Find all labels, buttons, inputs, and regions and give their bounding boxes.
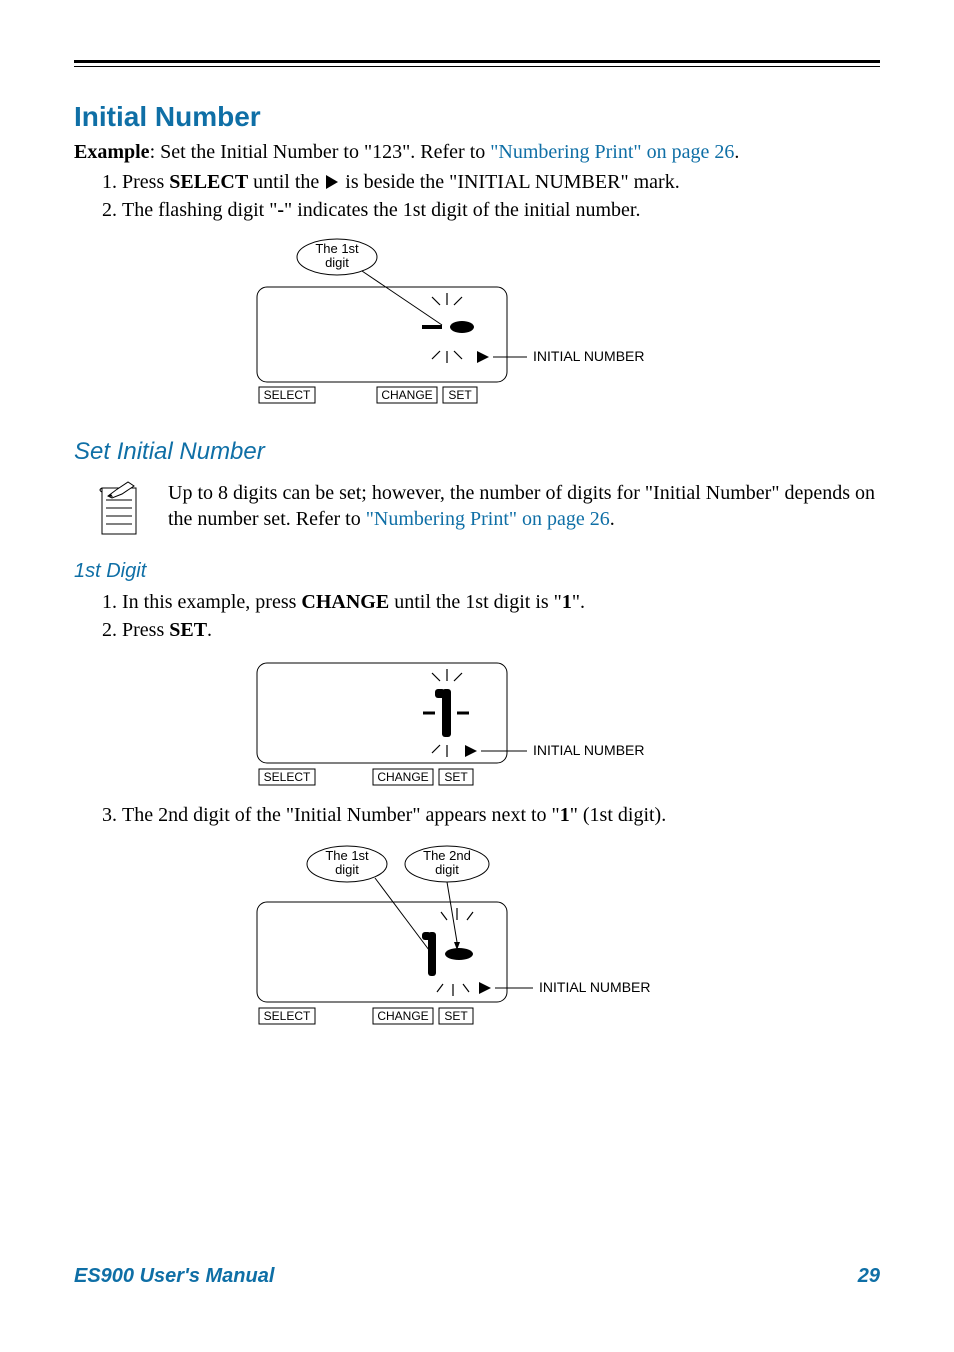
list-item: The flashing digit "-" indicates the 1st… (122, 197, 880, 223)
subsub-title: 1st Digit (74, 560, 880, 583)
diagram-button: SELECT (264, 1009, 311, 1023)
step-text: Press (122, 619, 169, 641)
step-bold: CHANGE (301, 591, 389, 613)
page-footer: ES900 User's Manual 29 (74, 1265, 880, 1288)
list-item: In this example, press CHANGE until the … (122, 589, 880, 615)
step-text: . (207, 619, 212, 641)
diagram-button: CHANGE (377, 1009, 428, 1023)
subsection-title: Set Initial Number (74, 438, 880, 466)
side-label: INITIAL NUMBER (533, 348, 645, 364)
play-triangle-icon (326, 175, 338, 189)
diagram-3: The 1st digit The 2nd digit (74, 842, 880, 1037)
step-bold: 1 (560, 804, 570, 826)
footer-page-number: 29 (858, 1265, 880, 1288)
section-title: Initial Number (74, 101, 880, 133)
top-rule (74, 60, 880, 67)
callout-text: digit (435, 862, 459, 877)
first-digit-steps-b: The 2nd digit of the "Initial Number" ap… (122, 802, 880, 828)
step-bold: SELECT (169, 171, 248, 193)
notepad-icon (98, 480, 144, 538)
step-text: The 2nd digit of the "Initial Number" ap… (122, 804, 560, 826)
example-line: Example: Set the Initial Number to "123"… (74, 139, 880, 165)
step-text: " (1st digit). (570, 804, 667, 826)
step-text: " indicates the 1st digit of the initial… (284, 199, 640, 221)
top-steps: Press SELECT until the is beside the "IN… (122, 169, 880, 223)
example-link[interactable]: "Numbering Print" on page 26 (490, 141, 734, 163)
diagram-button: CHANGE (377, 770, 428, 784)
step-text: In this example, press (122, 591, 301, 613)
diagram-2: INITIAL NUMBER SELECT CHANGE SET (74, 657, 880, 792)
diagram-button: SELECT (264, 388, 311, 402)
callout-text: The 1st (325, 848, 369, 863)
first-digit-steps-a: In this example, press CHANGE until the … (122, 589, 880, 643)
step-text: until the (248, 171, 324, 193)
note-block: Up to 8 digits can be set; however, the … (98, 480, 880, 538)
callout-text: The 2nd (423, 848, 471, 863)
callout-text: digit (325, 255, 349, 270)
step-text: ". (572, 591, 585, 613)
step-bold: 1 (562, 591, 572, 613)
note-end: . (610, 508, 615, 530)
diagram-button: SET (444, 770, 468, 784)
step-text: The flashing digit " (122, 199, 277, 221)
step-text: Press (122, 171, 169, 193)
step-text: is beside the "INITIAL NUMBER" mark. (340, 171, 679, 193)
diagram-button: SELECT (264, 770, 311, 784)
footer-manual: ES900 User's Manual (74, 1265, 274, 1288)
note-text: Up to 8 digits can be set; however, the … (168, 480, 880, 532)
step-bold: SET (169, 619, 207, 641)
diagram-button: SET (448, 388, 472, 402)
callout-text: digit (335, 862, 359, 877)
example-text: : Set the Initial Number to "123". Refer… (150, 141, 491, 163)
example-label: Example (74, 141, 150, 163)
example-end: . (734, 141, 739, 163)
note-link[interactable]: "Numbering Print" on page 26 (366, 508, 610, 530)
list-item: Press SELECT until the is beside the "IN… (122, 169, 880, 195)
diagram-1: The 1st digit INITIAL (74, 237, 880, 412)
side-label: INITIAL NUMBER (539, 979, 651, 995)
list-item: The 2nd digit of the "Initial Number" ap… (122, 802, 880, 828)
list-item: Press SET. (122, 617, 880, 643)
diagram-button: SET (444, 1009, 468, 1023)
side-label: INITIAL NUMBER (533, 742, 645, 758)
callout-text: The 1st (315, 241, 359, 256)
diagram-button: CHANGE (381, 388, 432, 402)
step-text: until the 1st digit is " (389, 591, 562, 613)
